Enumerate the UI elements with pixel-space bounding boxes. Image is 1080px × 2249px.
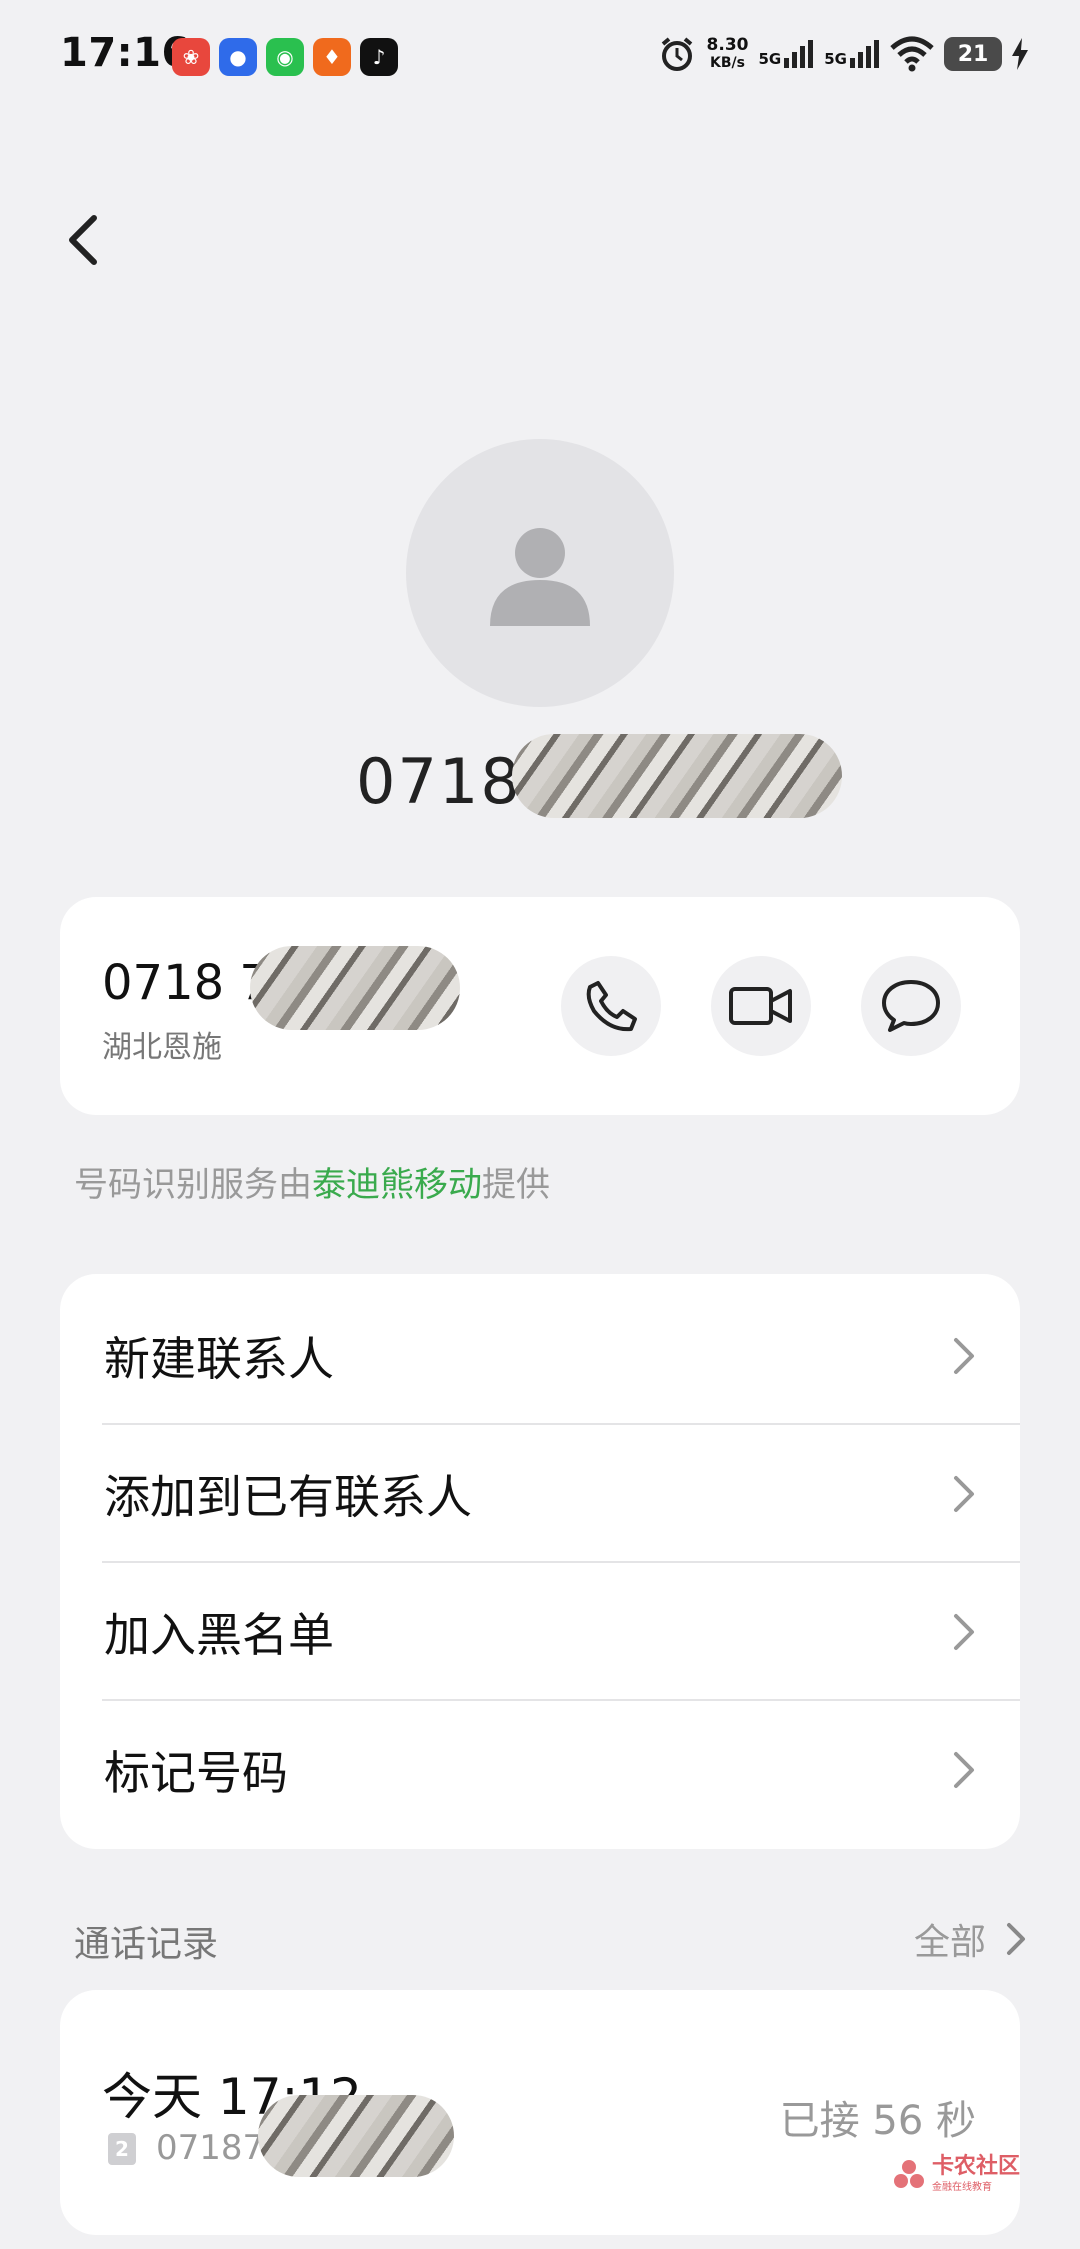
watermark-title: 卡农社区 xyxy=(931,2154,1020,2179)
wifi-icon xyxy=(890,36,934,72)
pinduoduo-icon: ❀ xyxy=(172,38,210,76)
taobao-icon: ♦ xyxy=(313,38,351,76)
person-icon xyxy=(490,528,590,626)
wechat-icon: ◉ xyxy=(266,38,304,76)
chevron-left-icon xyxy=(69,215,97,265)
video-call-button[interactable] xyxy=(711,956,811,1056)
signal-1: 5G xyxy=(759,40,815,68)
block-number-label: 加入黑名单 xyxy=(104,1608,334,1662)
back-button[interactable] xyxy=(64,210,114,270)
mark-number-item[interactable]: 标记号码 xyxy=(60,1701,1020,1839)
message-bubble-icon xyxy=(882,980,940,1032)
view-all-calls-link[interactable]: 全部 xyxy=(914,1913,1026,1965)
watermark-logo-icon xyxy=(893,2159,924,2188)
notice-provider-link[interactable]: 泰迪熊移动 xyxy=(312,1165,482,1205)
chevron-right-icon xyxy=(954,1752,974,1788)
mark-number-label: 标记号码 xyxy=(104,1746,288,1800)
baidu-icon: ● xyxy=(219,38,257,76)
call-record-status: 已接 56 秒 xyxy=(779,2098,976,2144)
add-to-existing-contact-item[interactable]: 添加到已有联系人 xyxy=(60,1425,1020,1563)
watermark-subtitle: 金融在线教育 xyxy=(931,2182,992,2193)
charging-icon xyxy=(1012,38,1028,70)
status-indicators: 8.30 KB/s 5G 5G 21 xyxy=(657,34,1028,74)
redaction-mark xyxy=(512,734,842,818)
new-contact-item[interactable]: 新建联系人 xyxy=(60,1287,1020,1425)
video-camera-icon xyxy=(729,987,792,1025)
net-speed: 8.30 KB/s xyxy=(707,36,749,72)
tiktok-icon: ♪ xyxy=(360,38,398,76)
phone-icon xyxy=(586,981,637,1032)
number-location: 湖北恩施 xyxy=(102,1030,222,1065)
notice-suffix: 提供 xyxy=(482,1165,550,1205)
call-log-heading: 通话记录 xyxy=(74,1924,219,1965)
number-recognition-notice: 号码识别服务由泰迪熊移动提供 xyxy=(74,1157,550,1206)
contact-avatar xyxy=(406,439,674,707)
alarm-icon xyxy=(661,37,692,71)
add-to-existing-label: 添加到已有联系人 xyxy=(104,1470,472,1524)
signal-2-label: 5G xyxy=(824,50,847,68)
chevron-right-icon xyxy=(954,1476,974,1512)
signal-bars-icon xyxy=(784,40,814,68)
redaction-mark xyxy=(250,946,460,1030)
chevron-right-icon xyxy=(1007,1923,1025,1955)
battery-indicator: 21 xyxy=(944,37,1002,71)
redaction-mark xyxy=(258,2095,454,2177)
sim-badge: 2 xyxy=(108,2133,136,2165)
block-number-item[interactable]: 加入黑名单 xyxy=(60,1563,1020,1701)
net-speed-value: 8.30 xyxy=(706,35,749,55)
chevron-right-icon xyxy=(954,1338,974,1374)
call-button[interactable] xyxy=(561,956,661,1056)
message-button[interactable] xyxy=(861,956,961,1056)
notice-prefix: 号码识别服务由 xyxy=(74,1165,312,1205)
net-speed-unit: KB/s xyxy=(710,55,745,71)
chevron-right-icon xyxy=(954,1614,974,1650)
status-time: 17:16 xyxy=(60,30,190,76)
phone-number[interactable]: 0718 7 xyxy=(102,955,270,1011)
watermark: 卡农社区 金融在线教育 xyxy=(892,2156,1020,2193)
signal-2: 5G xyxy=(824,40,880,68)
signal-bars-icon xyxy=(850,40,879,68)
signal-1-label: 5G xyxy=(758,50,782,68)
view-all-label: 全部 xyxy=(913,1922,986,1963)
new-contact-label: 新建联系人 xyxy=(104,1332,334,1386)
